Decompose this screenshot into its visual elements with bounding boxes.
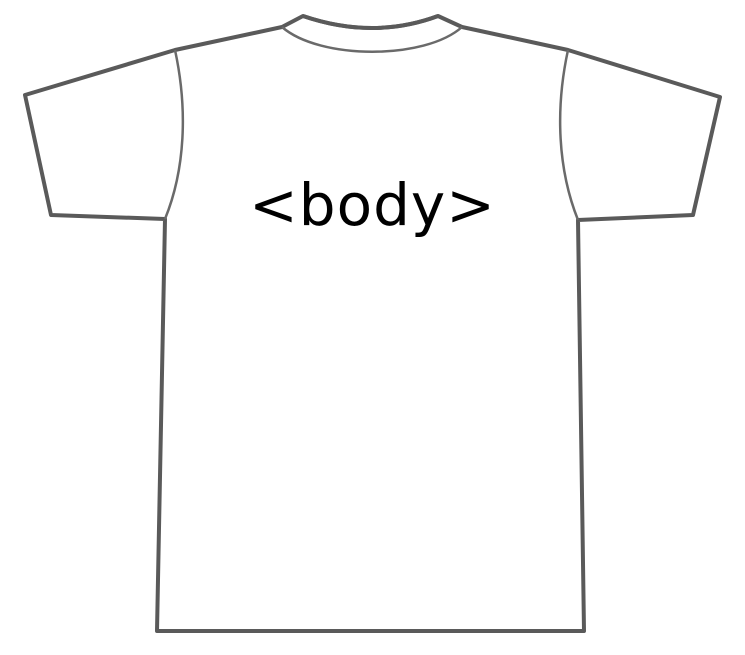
- tshirt-outline: [23, 14, 722, 633]
- tshirt-illustration: <body>: [0, 0, 745, 655]
- tshirt-print-text: <body>: [249, 171, 496, 239]
- tshirt-outline-graphic: [23, 14, 722, 633]
